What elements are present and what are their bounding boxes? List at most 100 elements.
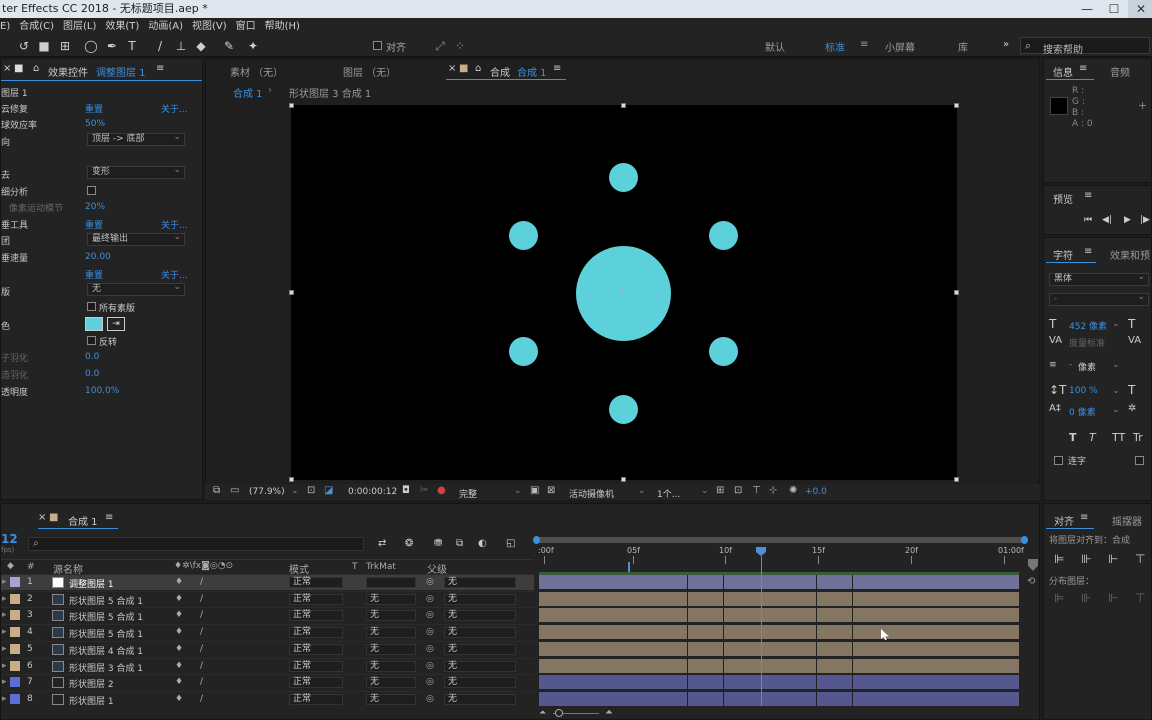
pickwhip-icon[interactable]: ◎	[426, 644, 434, 654]
align-right-icon[interactable]: ⊩	[1108, 552, 1118, 566]
grid-options-icon[interactable]: ⊞	[716, 485, 724, 496]
effects-tab-label[interactable]: 效果控件	[48, 64, 88, 79]
maximize-button[interactable]: ☐	[1101, 0, 1127, 18]
output-dropdown[interactable]: 最终输出	[87, 232, 185, 246]
rotate-tool-icon[interactable]: ↺	[16, 38, 32, 54]
workspace-default[interactable]: 默认	[765, 39, 785, 54]
method-dropdown[interactable]: 变形	[87, 165, 185, 179]
font-size-value[interactable]: 452 像素	[1069, 319, 1107, 332]
parent-dropdown[interactable]: 无	[444, 593, 516, 605]
blend-mode-dropdown[interactable]: 正常	[289, 693, 343, 705]
color-swatch[interactable]	[85, 317, 103, 331]
shy-switch-icon[interactable]: ♦	[175, 677, 183, 687]
layer-name[interactable]: 形状图层 1	[69, 694, 114, 707]
reset-link[interactable]: 重置	[85, 268, 103, 281]
quality-switch-icon[interactable]: /	[200, 594, 203, 604]
tab-close-icon[interactable]: ×	[448, 63, 456, 74]
layer-row[interactable]: ▸ 8 形状图层 1 ♦ / 正常 无 ◎ 无	[1, 690, 534, 707]
layer-row[interactable]: ▸ 3 形状图层 5 合成 1 ♦ / 正常 无 ◎ 无	[1, 607, 534, 623]
wiggler-tab[interactable]: 摇摆器	[1112, 513, 1142, 528]
zoom-slider-handle[interactable]	[555, 709, 563, 717]
menu-view[interactable]: 视图(V)	[192, 21, 227, 32]
shy-switch-icon[interactable]: ♦	[175, 577, 183, 587]
pickwhip-icon[interactable]: ◎	[426, 661, 434, 671]
comp-lock-icon[interactable]: ⌂	[475, 63, 481, 74]
brush-tool-icon[interactable]: /	[152, 38, 168, 54]
graph-editor-icon[interactable]: ◱	[506, 538, 515, 549]
quality-switch-icon[interactable]: /	[200, 694, 203, 704]
twirl-icon[interactable]: ▸	[2, 610, 7, 620]
time-ruler[interactable]: :00f 05f 10f 15f 20f 01:00f	[534, 543, 1027, 572]
parent-dropdown[interactable]: 无	[444, 643, 516, 655]
about-link[interactable]: 关于...	[161, 218, 188, 231]
type-tool-icon[interactable]: T	[124, 38, 140, 54]
exposure-reset-icon[interactable]: ✺	[789, 485, 797, 496]
layer-tab[interactable]: 图层 （无）	[343, 64, 396, 79]
layer-name[interactable]: 形状图层 3 合成 1	[69, 661, 143, 674]
menu-animation[interactable]: 动画(A)	[148, 21, 183, 32]
bbox-handle[interactable]	[621, 477, 626, 482]
about-link[interactable]: 关于...	[161, 102, 188, 115]
zoom-dropdown[interactable]: (77.9%)	[249, 487, 285, 497]
bbox-handle[interactable]	[954, 477, 959, 482]
resolution-icon[interactable]: ⊡	[307, 485, 315, 496]
timeline-search-input[interactable]: ⌕	[28, 537, 364, 551]
upper-left-circle[interactable]	[509, 221, 538, 250]
align-top-icon[interactable]: ⊤	[1135, 552, 1145, 566]
twirl-icon[interactable]: ▸	[2, 577, 7, 587]
camera-dropdown[interactable]: 活动摄像机	[569, 487, 614, 500]
trkmat-dropdown[interactable]: 无	[366, 660, 416, 672]
label-color-swatch[interactable]	[10, 693, 20, 704]
blend-mode-dropdown[interactable]: 正常	[289, 593, 343, 605]
bbox-handle[interactable]	[289, 103, 294, 108]
blend-mode-dropdown[interactable]: 正常	[289, 677, 343, 689]
composition-canvas[interactable]: ⌖	[291, 105, 957, 480]
blend-mode-dropdown[interactable]: 正常	[289, 610, 343, 622]
blend-mode-dropdown[interactable]: 正常	[289, 660, 343, 672]
reset-link[interactable]: 重置	[85, 102, 103, 115]
trkmat-dropdown[interactable]: 无	[366, 643, 416, 655]
faux-bold-icon[interactable]: T	[1069, 431, 1077, 444]
info-tab[interactable]: 信息	[1053, 64, 1073, 79]
monitor-icon[interactable]: ▭	[230, 485, 239, 496]
blend-mode-dropdown[interactable]: 正常	[289, 627, 343, 639]
close-button[interactable]: ✕	[1128, 0, 1152, 18]
vertical-scale-value[interactable]: 100 %	[1069, 386, 1098, 396]
direction-dropdown[interactable]: 顶层 -> 底部	[87, 132, 185, 146]
draft-3d-icon[interactable]: ❂	[405, 538, 413, 549]
views-dropdown[interactable]: 1个...	[657, 487, 680, 500]
color-channel-icon[interactable]: ●	[437, 485, 446, 496]
layer-name[interactable]: 调整图层 1	[69, 577, 114, 590]
clone-stamp-tool-icon[interactable]: ⊥	[173, 38, 189, 54]
eyedropper-icon[interactable]: ⇥	[107, 317, 125, 331]
pickwhip-icon[interactable]: ◎	[426, 627, 434, 637]
timeline-tab[interactable]: 合成 1	[68, 513, 98, 528]
snapshot-icon[interactable]: ◘	[402, 485, 410, 496]
anchor-point-icon[interactable]: ⌖	[618, 285, 624, 299]
twirl-icon[interactable]: ▸	[2, 677, 7, 687]
panel-lock-icon[interactable]: ⌂	[33, 63, 39, 74]
label-color-swatch[interactable]	[10, 610, 20, 621]
preview-tab[interactable]: 预览	[1053, 191, 1073, 206]
layer-row[interactable]: ▸ 4 形状图层 5 合成 1 ♦ / 正常 无 ◎ 无	[1, 624, 534, 640]
tab-menu-icon[interactable]: ≡	[156, 63, 164, 74]
menu-layer[interactable]: 图层(L)	[63, 21, 96, 32]
workspace-menu-icon[interactable]: ≡	[860, 39, 868, 50]
bbox-handle[interactable]	[289, 477, 294, 482]
effects-tab-layer[interactable]: 调整图层 1	[96, 64, 146, 79]
shy-switch-icon[interactable]: ♦	[175, 610, 183, 620]
camera-tool-icon[interactable]: ■	[36, 38, 52, 54]
param-value[interactable]: 50%	[85, 119, 105, 129]
layer-duration-bar[interactable]	[539, 625, 1019, 640]
layer-duration-bar[interactable]	[539, 675, 1019, 690]
shy-layers-icon[interactable]: ⛃	[434, 538, 442, 549]
layer-duration-bar[interactable]	[539, 641, 1019, 656]
parent-dropdown[interactable]: 无	[444, 677, 516, 689]
menu-edit[interactable]: E)	[0, 21, 10, 32]
breadcrumb-comp[interactable]: 合成 1	[233, 85, 263, 100]
twirl-icon[interactable]: ▸	[2, 661, 7, 671]
align-left-icon[interactable]: ⊫	[1054, 552, 1064, 566]
minimize-button[interactable]: —	[1074, 0, 1100, 18]
region-of-interest-icon[interactable]: ▣	[530, 485, 539, 496]
label-color-swatch[interactable]	[10, 660, 20, 671]
